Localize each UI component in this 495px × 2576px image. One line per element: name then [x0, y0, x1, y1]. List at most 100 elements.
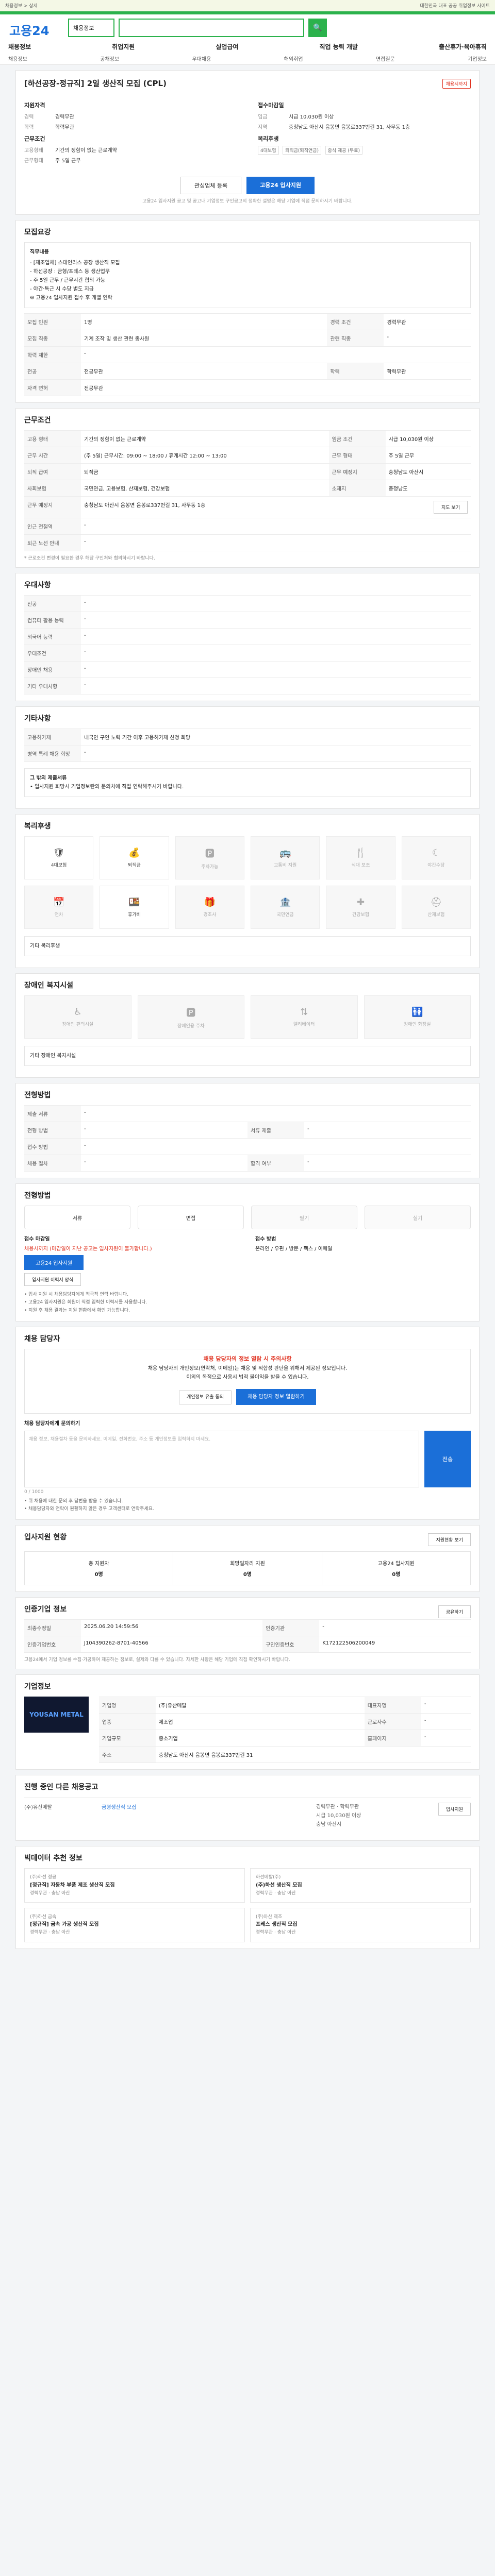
cell-value: K172122506200049	[319, 1636, 471, 1653]
view-status-button[interactable]: 지원현황 보기	[428, 1533, 471, 1546]
recommendation-card[interactable]: 하선메탈(주) (주)하선 생산직 모집 경력무관 · 충남 아산	[250, 1868, 471, 1903]
inquiry-submit-button[interactable]: 전송	[424, 1430, 471, 1487]
welfare-item: 🏦 국민연금	[250, 886, 320, 929]
cell-header: 소재지	[328, 480, 386, 497]
label: 임금	[258, 114, 268, 120]
company-logo: YOUSAN METAL	[24, 1697, 89, 1733]
apply-button[interactable]: 고용24 입사지원	[246, 177, 315, 194]
restroom-icon: 🚻	[411, 1007, 423, 1018]
recommendation-grid: (주)하선 정공 [정규직] 자동차 부품 제조 생산직 모집 경력무관 · 충남 …	[24, 1868, 471, 1942]
nav-item-leave[interactable]: 출산휴가·육아휴직	[439, 42, 487, 51]
view-contact-button[interactable]: 채용 담당자 정보 열람하기	[236, 1388, 316, 1405]
table-row: 채용 절차 - 합격 여부 -	[24, 1155, 471, 1172]
facility-icon-grid: ♿ 장애인 편의시설 🅿 장애인용 주차 ⇅ 엘리베이터 🚻 장애인 화장실	[24, 995, 471, 1039]
cell-header: 서류 제출	[248, 1122, 304, 1139]
company-table: 기업명 (주)유산메탈 대표자명 - 업종 제조업 근로자수 - 기업규모 중소기업 홈페이지 -…	[98, 1697, 471, 1764]
site-logo[interactable]: 고용24	[9, 21, 50, 39]
job-summary-card: [하선공장-정규직] 2일 생산직 모집 (CPL) 채용시까지 지원자격 경력…	[15, 70, 480, 215]
map-button[interactable]: 지도 보기	[434, 501, 468, 514]
section-title: 근무조건	[24, 416, 51, 425]
box-title: 기타 장애인 복지시설	[30, 1053, 76, 1059]
subnav-item[interactable]: 면접질문	[376, 55, 395, 62]
note-line: • 지원 후 채용 결과는 지원 현황에서 확인 가능합니다.	[24, 1308, 130, 1313]
label: 접수 방법	[255, 1236, 276, 1242]
inquiry-textarea[interactable]: 채용 정보, 채용절차 등을 문의하세요. 이메일, 전화번호, 주소 등 개인…	[24, 1430, 419, 1487]
cell-header: 퇴근 노선 안내	[24, 534, 81, 551]
site-tagline: 대한민국 대표 공공 취업정보 사이트	[420, 4, 490, 9]
welfare-badge: 4대보험	[258, 146, 279, 155]
cell-value: 충청남도 아산시 음봉면 음봉로337번길 31	[155, 1746, 471, 1764]
subnav-item[interactable]: 채용정보	[8, 55, 27, 62]
privacy-agree-button[interactable]: 개인정보 유출 동의	[179, 1390, 232, 1404]
welfare-item: ⛑ 산재보험	[401, 886, 471, 929]
facility-note-box: 기타 장애인 복지시설	[24, 1046, 471, 1066]
subnav-item[interactable]: 해외취업	[284, 55, 303, 62]
stat-item: 희망일자리 지원 0명	[173, 1552, 322, 1585]
nav-item-training[interactable]: 직업 능력 개발	[319, 42, 358, 51]
preference-table: 전공 - 컴퓨터 활용 능력 - 외국어 능력 - 우대조건 - 장애인 채용 - 기타 …	[24, 595, 471, 694]
list-item[interactable]: (주)유산메탈 금형생산직 모집 경력무관 · 학력무관 시급 10,030원 …	[24, 1797, 471, 1834]
table-row: 근무 예정지 충청남도 아산시 음봉면 음봉로337번길 31, 사무동 1층 지도…	[24, 496, 471, 518]
page-bottom-spacer	[15, 1949, 480, 1980]
job-title-link[interactable]: 금형생산직 모집	[102, 1803, 316, 1829]
section-title: 장애인 복지시설	[24, 981, 74, 990]
note-line: • 입사 지원 시 채용담당자에게 적극적 연락 바랍니다.	[24, 1292, 129, 1297]
facility-label: 장애인용 주차	[177, 1023, 205, 1029]
cell-header: 인증기관	[262, 1619, 320, 1637]
welfare-label: 4대보험	[51, 863, 67, 868]
welfare-label: 산재보험	[427, 912, 445, 918]
calendar-icon: 📅	[53, 897, 65, 908]
process-step: 필기	[251, 1206, 357, 1229]
cell-header: 홈페이지	[364, 1730, 421, 1747]
page-content: [하선공장-정규직] 2일 생산직 모집 (CPL) 채용시까지 지원자격 경력…	[15, 70, 480, 1980]
welfare-item: 🎁 경조사	[175, 886, 244, 929]
search-category-select[interactable]: 채용정보	[68, 19, 114, 37]
job-meta: 경력무관 · 학력무관 시급 10,030원 이상 충남 아산시	[316, 1803, 419, 1829]
health-icon: ✚	[356, 897, 365, 908]
subnav-item[interactable]: 우대채용	[192, 55, 211, 62]
share-button[interactable]: 공유하기	[438, 1605, 471, 1618]
cell-value: -	[421, 1713, 471, 1731]
cell-header: 전공	[24, 595, 81, 612]
cell-value: 1명	[81, 313, 327, 330]
job-apply-button[interactable]: 입사지원	[438, 1803, 471, 1816]
cell-header: 병역 특례 채용 희망	[24, 745, 81, 762]
welfare-badge: 중식 제공 (무료)	[325, 146, 362, 155]
recommendation-card[interactable]: (주)하선 금속 [정규직] 금속 가공 생산직 모집 경력무관 · 충남 아산	[24, 1907, 245, 1942]
cell-value: -	[81, 1105, 471, 1122]
search-icon[interactable]: 🔍	[308, 19, 327, 37]
nav-item-jobs[interactable]: 채용정보	[8, 42, 31, 51]
job-title: [하선공장-정규직] 2일 생산직 모집 (CPL)	[24, 79, 167, 88]
welfare-item: 📅 연차	[24, 886, 94, 929]
cell-value: 퇴직금	[81, 463, 329, 480]
apply-info: 접수 마감일 채용시까지 (마감일이 지난 공고는 입사지원이 불가합니다.) …	[24, 1229, 471, 1291]
subnav-item[interactable]: 공채정보	[100, 55, 119, 62]
apply-button[interactable]: 고용24 입사지원	[24, 1255, 84, 1270]
resume-form-button[interactable]: 입사지원 이력서 양식	[24, 1273, 81, 1286]
favorite-company-button[interactable]: 관심업체 등록	[180, 177, 242, 194]
welfare-label: 주차가능	[201, 864, 219, 870]
certification-note: 고용24에서 기업 정보를 수집·가공하여 제공하는 정보로, 실제와 다를 수…	[24, 1657, 290, 1663]
cell-value: 학력무관	[384, 363, 471, 380]
contact-section: 채용 담당자 채용 담당자의 정보 열람 시 주의사항 채용 담당자의 개인정보…	[15, 1326, 480, 1520]
section-title: 전형방법	[24, 1091, 51, 1099]
nav-item-support[interactable]: 취업지원	[112, 42, 135, 51]
cell-header: 근로자수	[364, 1713, 421, 1731]
desc-line: - 야간·특근 시 수당 별도 지급	[30, 286, 94, 292]
recommendation-card[interactable]: (주)하선 정공 [정규직] 자동차 부품 제조 생산직 모집 경력무관 · 충남 …	[24, 1868, 245, 1903]
welfare-heading: 복리후생	[258, 135, 279, 142]
pension-icon: 🏦	[279, 897, 291, 908]
reco-title: [정규직] 금속 가공 생산직 모집	[30, 1922, 99, 1928]
nav-item-unemployment[interactable]: 실업급여	[216, 42, 238, 51]
search-input[interactable]	[119, 19, 304, 37]
facility-item: 🅿 장애인용 주차	[137, 995, 244, 1039]
stat-value: 0명	[243, 1572, 252, 1578]
cell-header: 구인인증번호	[262, 1636, 320, 1653]
table-row: 자격 면허 전공무관	[24, 379, 471, 396]
subnav-item[interactable]: 기업정보	[468, 55, 487, 62]
table-row: 사회보험 국민연금, 고용보험, 산재보험, 건강보험 소재지 충청남도	[24, 480, 471, 497]
recommendation-card[interactable]: (주)아산 제조 프레스 생산직 모집 경력무관 · 충남 아산	[250, 1907, 471, 1942]
table-row: 기타 우대사항 -	[24, 677, 471, 694]
cell-value: -	[421, 1730, 471, 1747]
certification-section: 인증기업 정보 공유하기 최종수정일 2025.06.20 14:59:56 인증기…	[15, 1597, 480, 1670]
